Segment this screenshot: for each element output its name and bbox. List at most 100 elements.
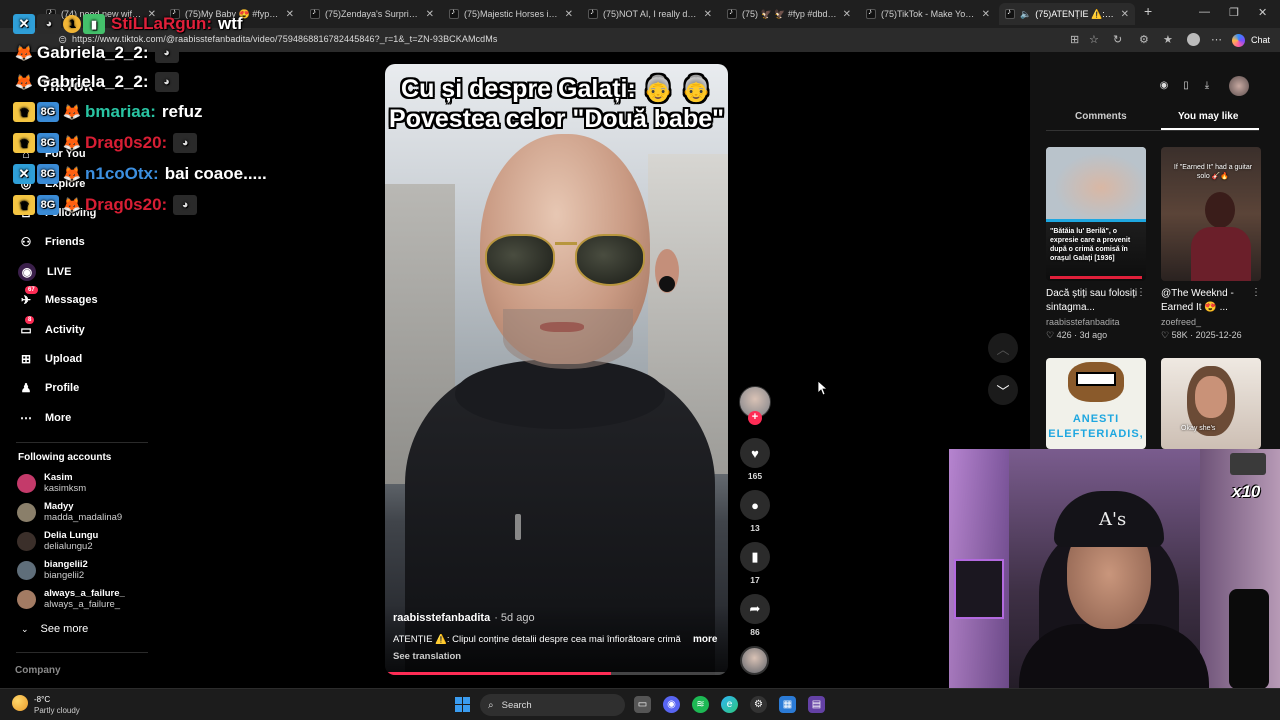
chevron-down-icon: ﹀ xyxy=(996,383,1010,399)
browser-tab[interactable]: (75) 🦅 🦅 #fyp #dbdvide ✕ xyxy=(721,3,857,25)
close-tab-icon[interactable]: ✕ xyxy=(286,9,294,20)
comment-button[interactable]: ● 13 xyxy=(735,490,775,533)
following-account[interactable]: always_a_failure_ always_a_failure_ xyxy=(17,588,125,610)
tiktok-favicon-icon xyxy=(310,7,320,19)
profile-avatar[interactable] xyxy=(1187,33,1200,46)
more-icon: ⋯ xyxy=(20,411,32,425)
device-icon[interactable]: ▯ xyxy=(1177,77,1195,95)
subscriber-badge-icon: 8G xyxy=(37,133,59,153)
taskbar-search[interactable]: ⌕ Search xyxy=(480,694,625,716)
close-tab-icon[interactable]: ✕ xyxy=(982,9,990,20)
video-progress-bar[interactable] xyxy=(385,672,728,675)
extensions-icon[interactable]: ⚙ xyxy=(1139,33,1149,46)
creator-avatar-button[interactable]: + xyxy=(735,386,775,425)
video-author-line[interactable]: raabisstefanbadita · 5d ago xyxy=(393,612,535,624)
follow-plus-icon[interactable]: + xyxy=(748,411,762,425)
weather-temperature[interactable]: -8°C xyxy=(34,695,50,704)
sunglasses-lens xyxy=(575,234,645,286)
windows-start-icon[interactable] xyxy=(455,697,470,712)
minimize-icon[interactable]: — xyxy=(1199,6,1210,18)
nav-upload[interactable]: ⊞ Upload xyxy=(18,351,82,367)
store-icon[interactable]: ▦ xyxy=(779,696,796,713)
nav-profile[interactable]: ♟ Profile xyxy=(18,380,80,396)
fox-emote-icon: 🦊 xyxy=(14,74,34,91)
twitch-icon[interactable]: ▤ xyxy=(808,696,825,713)
sunglasses-bridge xyxy=(555,242,577,245)
following-account[interactable]: Kasim kasimksm xyxy=(17,472,86,494)
thumbnail-mascot xyxy=(1076,372,1116,386)
microphone xyxy=(1229,589,1269,688)
video-author[interactable]: raabisstefanbadita xyxy=(393,612,490,624)
recommended-video-card[interactable]: ANESTI ELEFTERIADIS, xyxy=(1046,358,1146,449)
browser-tab-active[interactable]: 🔈 (75)ATENȚIE ⚠️: Clipul c ✕ xyxy=(999,3,1135,25)
card-meta: ♡ 426 · 3d ago xyxy=(1046,330,1108,340)
task-view-icon[interactable]: ▭ xyxy=(634,696,651,713)
description-more-link[interactable]: more xyxy=(693,634,717,645)
refresh-icon[interactable]: ↻ xyxy=(1113,33,1122,46)
messages-badge: 67 xyxy=(25,286,38,294)
nav-activity[interactable]: ▭ 8 Activity xyxy=(18,316,85,338)
following-accounts-title: Following accounts xyxy=(18,452,112,463)
app-available-icon[interactable]: ⊞ xyxy=(1070,33,1079,46)
tab-you-may-like[interactable]: You may like xyxy=(1178,111,1238,122)
autoscroll-icon[interactable]: ◉ xyxy=(1155,77,1173,95)
nav-more[interactable]: ⋯ More xyxy=(18,410,71,426)
close-tab-icon[interactable]: ✕ xyxy=(565,9,573,20)
browser-tab[interactable]: (75)Majestic Horses in Natu ✕ xyxy=(443,3,579,25)
new-tab-button[interactable]: + xyxy=(1144,3,1152,19)
streamer-webcam: A's x10 xyxy=(949,449,1280,688)
close-tab-icon[interactable]: ✕ xyxy=(704,9,712,20)
recommended-video-card[interactable]: If "Earned It" had a guitar solo 🎸🔥 ⋮ @T… xyxy=(1161,147,1261,341)
company-link[interactable]: Company xyxy=(15,665,61,676)
earbud xyxy=(659,276,675,292)
following-account[interactable]: Delia Lungu delialungu2 xyxy=(17,530,98,552)
speaker-icon[interactable]: 🔈 xyxy=(1020,9,1031,20)
weather-icon[interactable] xyxy=(12,695,28,711)
following-account[interactable]: biangelii2 biangelii2 xyxy=(17,559,88,581)
close-tab-icon[interactable]: ✕ xyxy=(1121,9,1129,20)
favorites-icon[interactable]: ★ xyxy=(1163,33,1173,46)
copilot-chat-button[interactable]: Chat xyxy=(1232,32,1270,48)
menu-ellipsis-icon[interactable]: ⋯ xyxy=(1211,33,1222,46)
tab-comments[interactable]: Comments xyxy=(1075,111,1127,122)
user-avatar[interactable] xyxy=(1229,76,1249,96)
like-button[interactable]: ♥ 165 xyxy=(735,438,775,481)
kebab-menu-icon[interactable]: ⋮ xyxy=(1251,287,1261,298)
recommended-video-card[interactable]: "Bătăia lu' Berilă", o expresie care a p… xyxy=(1046,147,1146,341)
nav-friends[interactable]: ⚇ Friends xyxy=(18,234,85,250)
person-beard xyxy=(503,309,633,369)
spotify-icon[interactable]: ≋ xyxy=(692,696,709,713)
close-tab-icon[interactable]: ✕ xyxy=(426,9,434,20)
discord-icon[interactable]: ◉ xyxy=(663,696,680,713)
browser-tab[interactable]: (75)Zendaya's Surprise Reun ✕ xyxy=(304,3,440,25)
video-player[interactable]: Cu și despre Galați: 👵 👵 Povestea celor … xyxy=(385,64,728,675)
browser-tab[interactable]: (75)TikTok - Make Your Day ✕ xyxy=(860,3,996,25)
save-button[interactable]: ▮ 17 xyxy=(735,542,775,585)
comment-icon: ● xyxy=(740,490,770,520)
next-video-button[interactable]: ﹀ xyxy=(988,375,1018,405)
following-account[interactable]: Madyy madda_madalina9 xyxy=(17,501,122,523)
close-tab-icon[interactable]: ✕ xyxy=(843,9,851,20)
mouse-cursor-icon xyxy=(818,381,828,396)
nav-messages[interactable]: ✈ 67 Messages xyxy=(18,286,98,308)
share-button[interactable]: ➦ 86 xyxy=(735,594,775,637)
thumbnail-person xyxy=(1191,227,1251,281)
video-description: ATENȚIE ⚠️: Clipul conține detalii despr… xyxy=(393,634,681,645)
kebab-menu-icon[interactable]: ⋮ xyxy=(1136,287,1146,298)
see-more-button[interactable]: ⌄ See more xyxy=(21,623,88,635)
recommended-video-card[interactable]: Okay she's xyxy=(1161,358,1261,449)
like-count: 165 xyxy=(747,471,763,481)
download-icon[interactable]: ⤓ xyxy=(1198,77,1216,95)
tiktok-favicon-icon xyxy=(727,7,737,19)
browser-tab[interactable]: (75)NOT AI, I really did THAT ✕ xyxy=(582,3,718,25)
nav-live[interactable]: ◉ LIVE xyxy=(18,263,71,281)
favorite-star-icon[interactable]: ☆ xyxy=(1089,33,1099,46)
see-translation-link[interactable]: See translation xyxy=(393,651,461,662)
weather-description[interactable]: Partly cloudy xyxy=(34,706,80,715)
steam-icon[interactable]: ⚙ xyxy=(750,696,767,713)
previous-video-button[interactable]: ︿ xyxy=(988,333,1018,363)
edge-icon[interactable]: e xyxy=(721,696,738,713)
restore-icon[interactable]: ❐ xyxy=(1229,6,1239,19)
music-disc-avatar[interactable] xyxy=(740,646,769,675)
close-window-icon[interactable]: ✕ xyxy=(1258,6,1267,19)
